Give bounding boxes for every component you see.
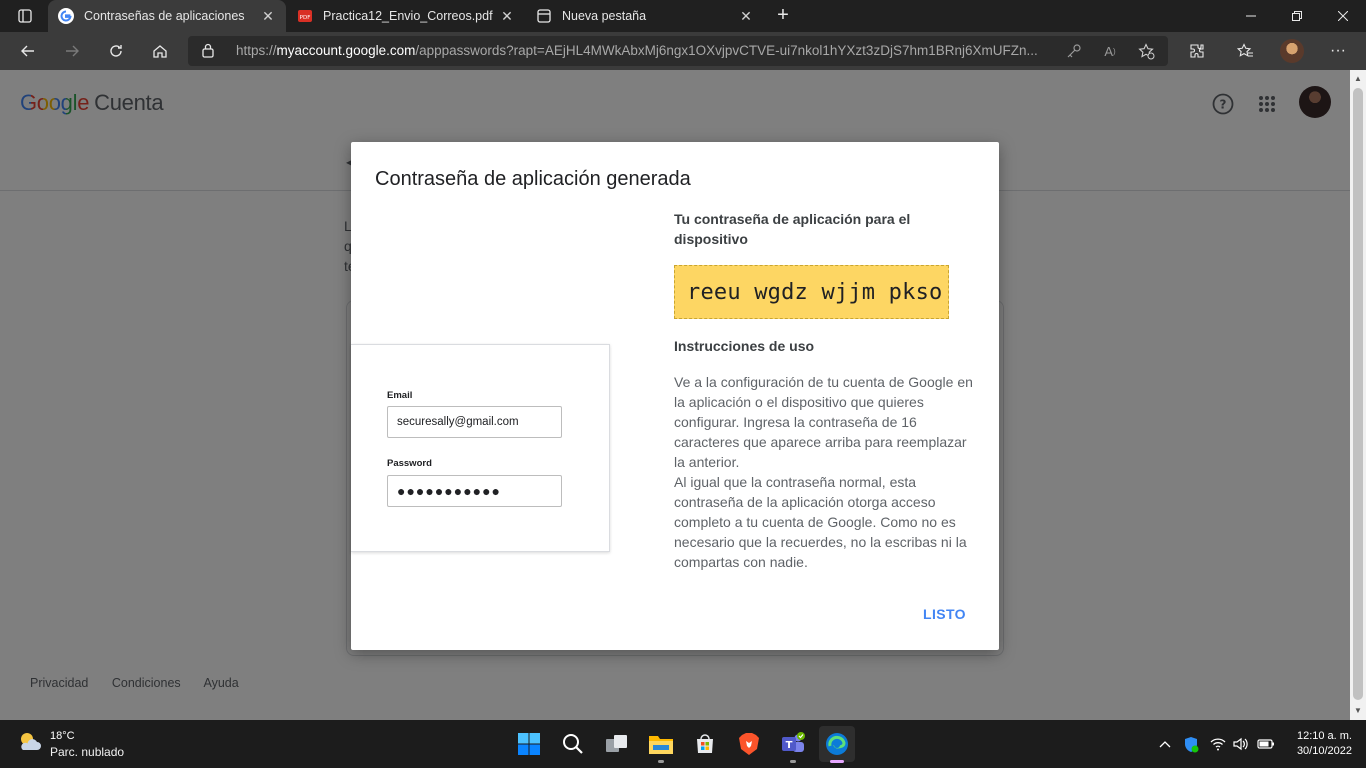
edge-browser-icon[interactable] bbox=[819, 726, 855, 763]
instructions-heading: Instrucciones de uso bbox=[674, 338, 815, 354]
scroll-up-icon[interactable]: ▲ bbox=[1354, 74, 1362, 83]
minimize-window-icon[interactable] bbox=[1228, 0, 1274, 32]
running-indicator bbox=[830, 760, 844, 763]
email-label: Email bbox=[387, 390, 413, 401]
login-form-illustration: Email securesally@gmail.com Password ●●●… bbox=[351, 344, 610, 552]
close-tab-icon[interactable]: ✕ bbox=[260, 8, 276, 24]
new-tab-page-icon bbox=[536, 8, 552, 24]
instructions-paragraph-1: Ve a la configuración de tu cuenta de Go… bbox=[674, 374, 973, 470]
clock-date: 30/10/2022 bbox=[1296, 745, 1352, 757]
tab-pdf[interactable]: PDF Practica12_Envio_Correos.pdf ✕ bbox=[287, 0, 525, 32]
tab-label: Contraseñas de aplicaciones bbox=[84, 9, 245, 23]
tab-label: Nueva pestaña bbox=[562, 9, 647, 23]
weather-widget[interactable]: 18°C Parc. nublado bbox=[16, 728, 124, 761]
generated-password-box[interactable]: reeu wgdz wjjm pkso bbox=[674, 265, 949, 319]
password-field-illustration: ●●●●●●●●●●● bbox=[387, 475, 562, 507]
windows-taskbar: 18°C Parc. nublado T 12:10 a. m. 30/10/2… bbox=[0, 720, 1366, 768]
close-tab-icon[interactable]: ✕ bbox=[499, 8, 515, 24]
web-page: GoogleCuenta ? ◀ L q te Privacidad Condi… bbox=[0, 70, 1350, 720]
file-explorer-icon[interactable] bbox=[643, 726, 679, 763]
more-menu-icon[interactable]: ··· bbox=[1323, 36, 1353, 66]
lock-icon[interactable] bbox=[202, 43, 214, 63]
task-view-icon[interactable] bbox=[599, 726, 635, 762]
temperature: 18°C bbox=[50, 730, 75, 742]
home-icon[interactable] bbox=[145, 36, 175, 66]
back-icon[interactable] bbox=[13, 36, 43, 66]
tab-strip: Contraseñas de aplicaciones ✕ PDF Practi… bbox=[0, 0, 1366, 32]
add-favorite-icon[interactable] bbox=[1136, 41, 1156, 61]
wifi-icon[interactable] bbox=[1208, 734, 1228, 754]
partly-cloudy-icon bbox=[21, 733, 41, 750]
password-label: Password bbox=[387, 458, 432, 469]
microsoft-store-icon[interactable] bbox=[687, 726, 723, 762]
search-icon[interactable] bbox=[555, 726, 591, 762]
key-icon[interactable] bbox=[1064, 41, 1084, 61]
close-tab-icon[interactable]: ✕ bbox=[738, 8, 754, 24]
weather-description: Parc. nublado bbox=[50, 745, 125, 759]
running-indicator bbox=[790, 760, 796, 763]
close-window-icon[interactable] bbox=[1320, 0, 1366, 32]
generated-password[interactable]: reeu wgdz wjjm pkso bbox=[687, 280, 942, 305]
start-button[interactable] bbox=[511, 726, 547, 762]
clock-time: 12:10 a. m. bbox=[1296, 730, 1352, 742]
security-shield-icon[interactable] bbox=[1181, 734, 1201, 754]
system-clock[interactable]: 12:10 a. m. 30/10/2022 bbox=[1286, 729, 1352, 759]
show-hidden-icons[interactable] bbox=[1155, 734, 1175, 754]
running-indicator bbox=[658, 760, 664, 763]
svg-text:T: T bbox=[786, 740, 793, 751]
new-tab-button[interactable]: + bbox=[772, 5, 794, 27]
tab-label: Practica12_Envio_Correos.pdf bbox=[323, 9, 493, 23]
page-scrollbar[interactable]: ▲ ▼ bbox=[1350, 70, 1366, 720]
favorites-icon[interactable] bbox=[1230, 36, 1260, 66]
password-heading: Tu contraseña de aplicación para el disp… bbox=[674, 211, 911, 247]
app-password-dialog: Contraseña de aplicación generada Email … bbox=[351, 142, 999, 650]
address-bar[interactable]: https://myaccount.google.com/apppassword… bbox=[188, 36, 1168, 66]
scroll-down-icon[interactable]: ▼ bbox=[1354, 706, 1362, 715]
profile-avatar[interactable] bbox=[1277, 36, 1307, 66]
dialog-title: Contraseña de aplicación generada bbox=[375, 168, 691, 190]
pdf-icon: PDF bbox=[297, 8, 313, 24]
brave-browser-icon[interactable] bbox=[731, 726, 767, 762]
tab-actions-icon[interactable] bbox=[8, 5, 42, 27]
refresh-icon[interactable] bbox=[101, 36, 131, 66]
tab-app-passwords[interactable]: Contraseñas de aplicaciones ✕ bbox=[48, 0, 286, 32]
read-aloud-icon[interactable]: A) bbox=[1100, 41, 1120, 61]
teams-icon[interactable]: T bbox=[775, 726, 811, 763]
extensions-icon[interactable] bbox=[1182, 36, 1212, 66]
google-g-icon bbox=[58, 8, 74, 24]
instructions-text: Ve a la configuración de tu cuenta de Go… bbox=[674, 372, 979, 572]
svg-text:PDF: PDF bbox=[300, 15, 311, 21]
done-button[interactable]: LISTO bbox=[923, 606, 966, 622]
battery-icon[interactable] bbox=[1256, 734, 1276, 754]
tab-new-tab[interactable]: Nueva pestaña ✕ bbox=[526, 0, 764, 32]
restore-window-icon[interactable] bbox=[1274, 0, 1320, 32]
scrollbar-thumb[interactable] bbox=[1353, 88, 1363, 700]
volume-icon[interactable] bbox=[1231, 734, 1251, 754]
browser-toolbar: https://myaccount.google.com/apppassword… bbox=[0, 32, 1366, 70]
url-text[interactable]: https://myaccount.google.com/apppassword… bbox=[236, 43, 1056, 58]
instructions-paragraph-2: Al igual que la contraseña normal, esta … bbox=[674, 474, 967, 570]
forward-icon[interactable] bbox=[57, 36, 87, 66]
email-field-illustration: securesally@gmail.com bbox=[387, 406, 562, 438]
